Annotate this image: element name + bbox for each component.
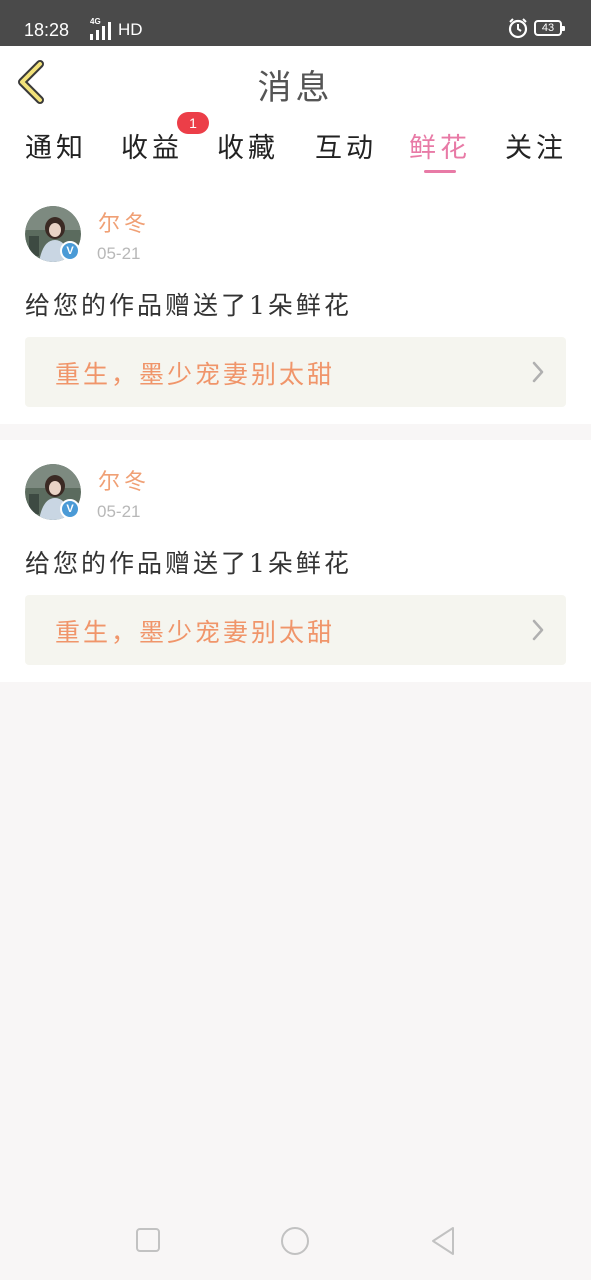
tab-following[interactable]: 关注 xyxy=(496,126,576,176)
tab-label: 收藏 xyxy=(217,133,279,164)
status-bar: 18:28 4G HD 43 xyxy=(0,0,591,46)
alarm-icon xyxy=(507,17,529,43)
tab-label: 互动 xyxy=(315,133,377,164)
status-time: 18:28 xyxy=(24,20,70,40)
avatar[interactable]: V xyxy=(25,464,81,520)
work-link[interactable]: 重生，墨少宠妻别太甜 xyxy=(25,337,566,407)
tab-notifications[interactable]: 通知 xyxy=(16,126,96,176)
tab-interactions[interactable]: 互动 xyxy=(306,126,386,176)
hd-label: HD xyxy=(118,20,143,39)
work-title: 重生，墨少宠妻别太甜 xyxy=(55,360,336,389)
tab-label: 收益 xyxy=(121,133,183,164)
battery-icon: 43 xyxy=(534,20,565,36)
tab-label: 通知 xyxy=(25,133,87,164)
username[interactable]: 尔冬 xyxy=(98,464,150,496)
verified-badge-icon: V xyxy=(60,241,80,261)
message-text: 给您的作品赠送了1朵鲜花 xyxy=(25,549,352,578)
tab-label: 鲜花 xyxy=(409,133,471,164)
username[interactable]: 尔冬 xyxy=(98,206,150,238)
message-date: 05-21 xyxy=(97,502,141,521)
system-nav-bar xyxy=(0,1200,591,1280)
work-link[interactable]: 重生，墨少宠妻别太甜 xyxy=(25,595,566,665)
verified-badge-icon: V xyxy=(60,499,80,519)
back-triangle-icon[interactable] xyxy=(430,1226,456,1256)
work-title: 重生，墨少宠妻别太甜 xyxy=(55,618,336,647)
message-card: V 尔冬 05-21 给您的作品赠送了1朵鲜花 重生，墨少宠妻别太甜 xyxy=(0,182,591,424)
chevron-right-icon xyxy=(532,361,544,383)
message-text: 给您的作品赠送了1朵鲜花 xyxy=(25,291,352,320)
tab-earnings[interactable]: 收益 xyxy=(112,126,192,176)
message-date: 05-21 xyxy=(97,244,141,263)
tab-flowers[interactable]: 鲜花 xyxy=(400,126,480,176)
tab-favorites[interactable]: 收藏 xyxy=(208,126,288,176)
message-card: V 尔冬 05-21 给您的作品赠送了1朵鲜花 重生，墨少宠妻别太甜 xyxy=(0,440,591,682)
tab-bar: 通知 收益 收藏 互动 鲜花 关注 xyxy=(0,118,591,182)
earnings-badge: 1 xyxy=(177,112,209,134)
tab-label: 关注 xyxy=(505,133,567,164)
active-tab-indicator xyxy=(424,170,456,173)
avatar[interactable]: V xyxy=(25,206,81,262)
header: 消息 xyxy=(0,46,591,119)
page-title: 消息 xyxy=(257,68,334,108)
recent-apps-icon[interactable] xyxy=(135,1226,161,1254)
chevron-right-icon xyxy=(532,619,544,641)
home-icon[interactable] xyxy=(280,1226,310,1256)
